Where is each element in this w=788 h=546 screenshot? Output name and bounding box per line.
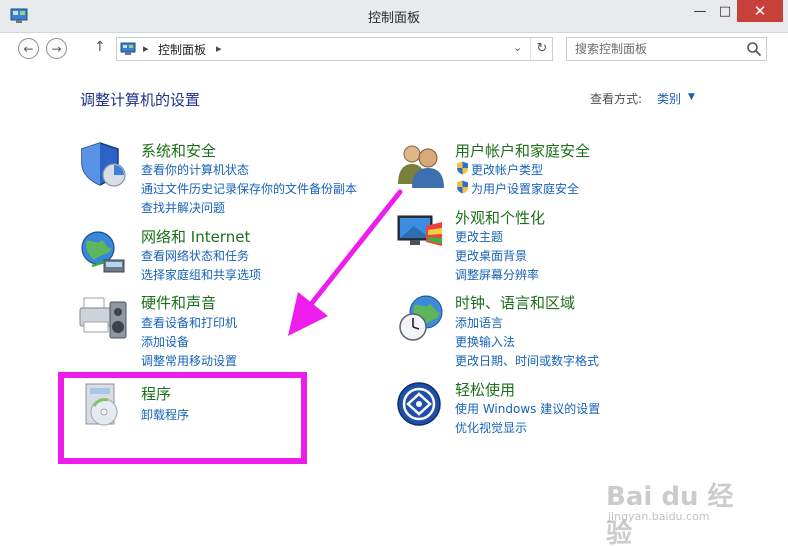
page-heading: 调整计算机的设置 (80, 91, 201, 109)
link-date-time-format[interactable]: 更改日期、时间或数字格式 (455, 352, 599, 369)
view-by-dropdown[interactable]: 类别 (657, 90, 681, 107)
users-icon[interactable] (396, 140, 446, 190)
minimize-button[interactable]: — (687, 0, 713, 22)
link-change-input-method[interactable]: 更换输入法 (455, 333, 515, 350)
uac-shield-icon (457, 180, 468, 194)
annotation-highlight-box (58, 372, 307, 464)
category-clock-language-region[interactable]: 时钟、语言和区域 (455, 292, 575, 313)
category-user-accounts[interactable]: 用户帐户和家庭安全 (455, 140, 590, 161)
baidu-watermark: Bai du 经验 jingyan.baidu.com (606, 476, 746, 546)
refresh-button[interactable]: ↻ (530, 38, 553, 60)
maximize-button[interactable]: □ (713, 0, 737, 22)
shield-icon[interactable] (78, 139, 128, 189)
address-history-dropdown-icon[interactable]: ⌄ (513, 41, 522, 54)
search-icon[interactable] (746, 41, 762, 57)
search-box[interactable] (566, 37, 767, 61)
link-screen-resolution[interactable]: 调整屏幕分辨率 (455, 266, 539, 283)
link-windows-recommended-settings[interactable]: 使用 Windows 建议的设置 (455, 400, 600, 417)
link-add-language[interactable]: 添加语言 (455, 314, 503, 331)
link-network-status[interactable]: 查看网络状态和任务 (141, 247, 249, 264)
printer-speaker-icon[interactable] (78, 292, 128, 342)
vertical-scrollbar[interactable] (781, 65, 788, 546)
address-bar[interactable]: ▸ 控制面板 ▸ ⌄ ↻ (116, 37, 553, 61)
link-add-device[interactable]: 添加设备 (141, 333, 189, 350)
link-mobility-settings[interactable]: 调整常用移动设置 (141, 352, 237, 369)
network-globe-icon[interactable] (78, 226, 128, 276)
link-view-computer-status[interactable]: 查看你的计算机状态 (141, 161, 249, 178)
breadcrumb-separator-icon[interactable]: ▸ (143, 42, 149, 55)
view-by-caret-icon[interactable]: ▼ (688, 92, 695, 102)
link-change-theme[interactable]: 更改主题 (455, 228, 503, 245)
breadcrumb-separator-icon[interactable]: ▸ (216, 42, 222, 55)
breadcrumb-control-panel[interactable]: 控制面板 (158, 41, 206, 58)
link-homegroup-sharing[interactable]: 选择家庭组和共享选项 (141, 266, 261, 283)
search-input[interactable] (567, 38, 743, 60)
link-desktop-background[interactable]: 更改桌面背景 (455, 247, 527, 264)
watermark-url: jingyan.baidu.com (608, 510, 710, 523)
view-by-label: 查看方式: (590, 92, 643, 106)
up-button[interactable]: ↑ (94, 39, 106, 55)
window-title: 控制面板 (367, 11, 420, 26)
back-button[interactable]: ← (18, 38, 39, 59)
category-system-security[interactable]: 系统和安全 (141, 140, 216, 161)
link-change-account-type[interactable]: 更改帐户类型 (471, 161, 543, 178)
category-ease-of-access[interactable]: 轻松使用 (455, 379, 515, 400)
title-bar: 控制面板 — □ ✕ (0, 0, 788, 33)
link-devices-printers[interactable]: 查看设备和打印机 (141, 314, 237, 331)
annotation-arrow-icon (288, 189, 403, 336)
link-family-safety[interactable]: 为用户设置家庭安全 (471, 180, 579, 197)
link-troubleshoot[interactable]: 查找并解决问题 (141, 199, 225, 216)
control-panel-icon (120, 42, 136, 55)
category-appearance[interactable]: 外观和个性化 (455, 207, 545, 228)
link-optimize-visual-display[interactable]: 优化视觉显示 (455, 419, 527, 436)
close-button[interactable]: ✕ (737, 0, 783, 22)
navigation-toolbar: ← → ↑ ▸ 控制面板 ▸ ⌄ ↻ (0, 33, 788, 65)
category-network-internet[interactable]: 网络和 Internet (141, 226, 250, 247)
category-hardware-sound[interactable]: 硬件和声音 (141, 292, 216, 313)
forward-button[interactable]: → (46, 38, 67, 59)
uac-shield-icon (457, 161, 468, 175)
ease-of-access-icon[interactable] (396, 380, 446, 430)
